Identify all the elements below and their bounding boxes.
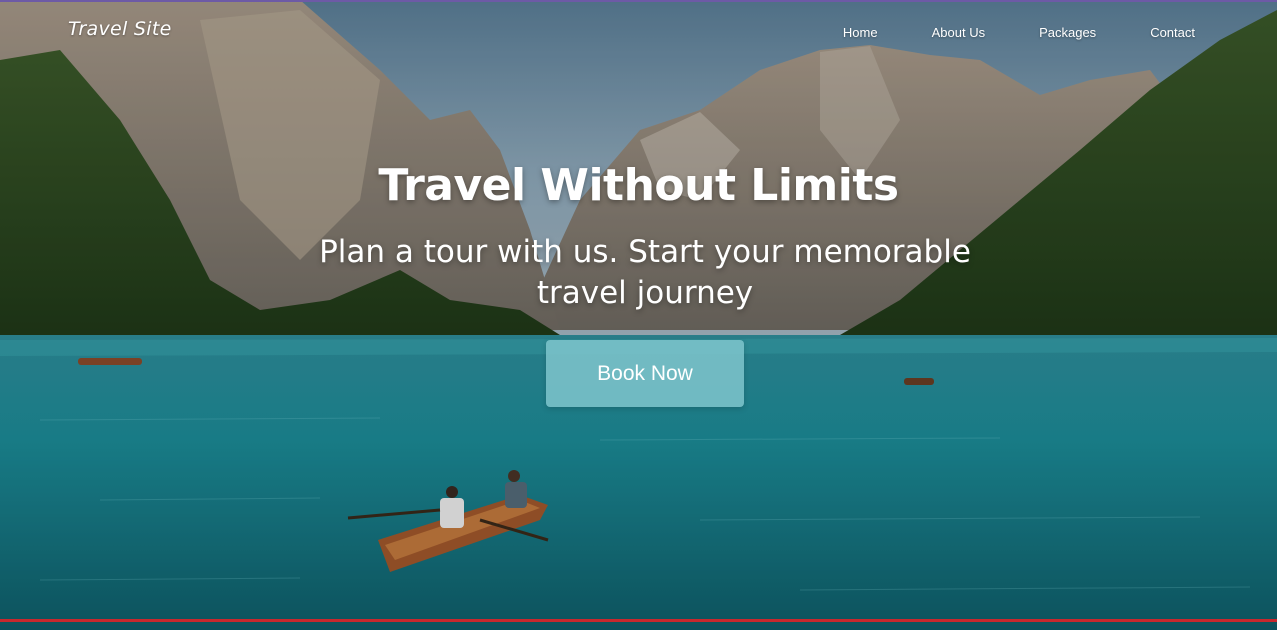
nav-item-about-us[interactable]: About Us — [932, 25, 985, 40]
nav-item-home[interactable]: Home — [843, 25, 878, 40]
hero-background-image — [0, 0, 1277, 630]
main-nav: Home About Us Packages Contact — [843, 25, 1195, 40]
top-accent-line — [0, 0, 1277, 2]
bottom-accent-line — [0, 619, 1277, 622]
book-now-button[interactable]: Book Now — [546, 340, 744, 407]
hero-headline: Travel Without Limits — [378, 160, 899, 211]
nav-item-contact[interactable]: Contact — [1150, 25, 1195, 40]
hero-subheadline: Plan a tour with us. Start your memorabl… — [319, 234, 971, 311]
site-logo[interactable]: Travel Site — [68, 18, 172, 40]
nav-item-packages[interactable]: Packages — [1039, 25, 1096, 40]
hero-section: Travel Site Home About Us Packages Conta… — [0, 0, 1277, 630]
